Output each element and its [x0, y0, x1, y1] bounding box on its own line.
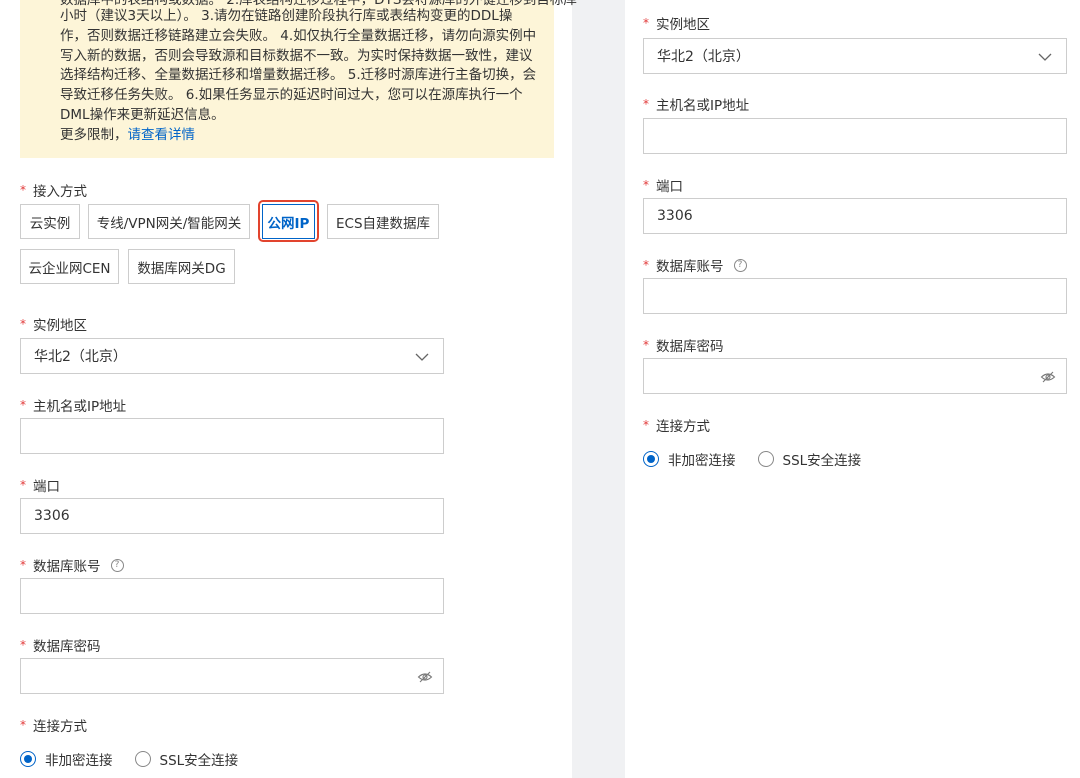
help-icon[interactable]: ?	[733, 258, 747, 272]
eye-off-icon[interactable]	[417, 669, 433, 685]
connection-label: * 连接方式	[643, 418, 710, 435]
eye-off-icon[interactable]	[1040, 369, 1056, 385]
radio-unencrypted[interactable]: 非加密连接	[643, 449, 736, 469]
region-value: 华北2（北京）	[657, 49, 750, 65]
notice-line: DML操作来更新延迟信息。	[60, 106, 225, 123]
host-label: * 主机名或IP地址	[643, 97, 750, 114]
notice-line: 写入新的数据，否则会导致源和目标数据不一致。为实时保持数据一致性，建议	[60, 47, 533, 64]
db-account-input[interactable]	[20, 578, 444, 614]
source-db-panel: 数据库中的表结构或数据。 2.库表结构迁移过程中，DTS会将源库的外键迁移到目标…	[0, 0, 577, 778]
chevron-down-icon	[1038, 53, 1052, 61]
region-label: * 实例地区	[643, 16, 710, 33]
db-account-input[interactable]	[643, 278, 1067, 314]
connection-radio-group: 非加密连接 SSL安全连接	[643, 449, 883, 469]
radio-button[interactable]	[643, 451, 659, 467]
help-icon[interactable]: ?	[110, 558, 124, 572]
access-method-label: * 接入方式	[20, 183, 87, 200]
access-option-cen[interactable]: 云企业网CEN	[20, 249, 119, 284]
db-account-label: * 数据库账号 ?	[643, 255, 747, 275]
port-label: * 端口	[643, 178, 683, 195]
region-select[interactable]: 华北2（北京）	[643, 38, 1067, 74]
target-db-panel: * 实例地区 华北2（北京） * 主机名或IP地址 * 端口 3306 * 数据库账号 …	[625, 0, 1080, 778]
chevron-down-icon	[415, 353, 429, 361]
radio-button[interactable]	[757, 451, 774, 467]
db-password-label: * 数据库密码	[643, 338, 724, 355]
region-select[interactable]: 华北2（北京）	[20, 338, 444, 374]
notice-more-prefix: 更多限制，	[60, 126, 128, 143]
db-password-label: * 数据库密码	[20, 638, 101, 655]
db-password-input[interactable]	[643, 358, 1067, 394]
host-label: * 主机名或IP地址	[20, 398, 127, 415]
access-option-vpn-gateway[interactable]: 专线/VPN网关/智能网关	[88, 204, 250, 239]
port-input[interactable]: 3306	[643, 198, 1067, 234]
port-label: * 端口	[20, 478, 60, 495]
port-input[interactable]: 3306	[20, 498, 444, 534]
notice-line: 小时（建议3天以上）。 3.请勿在链路创建阶段执行库或表结构变更的DDL操	[60, 8, 513, 24]
radio-button[interactable]	[20, 751, 36, 767]
restriction-notice: 数据库中的表结构或数据。 2.库表结构迁移过程中，DTS会将源库的外键迁移到目标…	[20, 0, 577, 158]
access-option-cloud-instance[interactable]: 云实例	[20, 204, 80, 239]
access-option-ecs-db[interactable]: ECS自建数据库	[327, 204, 439, 239]
notice-line: 作，否则数据迁移链路建立会失败。 4.如仅执行全量数据迁移，请勿向源实例中	[60, 27, 537, 44]
radio-ssl[interactable]: SSL安全连接	[757, 449, 861, 469]
radio-ssl[interactable]: SSL安全连接	[134, 749, 238, 769]
notice-line: 选择结构迁移、全量数据迁移和增量数据迁移。 5.迁移时源库进行主备切换，会	[60, 67, 537, 84]
host-input[interactable]	[643, 118, 1067, 154]
radio-unencrypted[interactable]: 非加密连接	[20, 749, 113, 769]
notice-more: 更多限制，请查看详情	[60, 126, 550, 146]
host-input[interactable]	[20, 418, 444, 454]
radio-button[interactable]	[134, 751, 151, 767]
db-password-input[interactable]	[20, 658, 444, 694]
highlight-annotation	[258, 200, 319, 242]
db-account-label: * 数据库账号 ?	[20, 555, 124, 575]
connection-label: * 连接方式	[20, 718, 87, 735]
region-value: 华北2（北京）	[34, 349, 127, 365]
region-label: * 实例地区	[20, 317, 87, 334]
access-option-db-gateway[interactable]: 数据库网关DG	[128, 249, 235, 284]
view-details-link[interactable]: 请查看详情	[128, 127, 196, 143]
notice-line: 导致迁移任务失败。 6.如果任务显示的延迟时间过大，您可以在源库执行一个	[60, 87, 523, 104]
connection-radio-group: 非加密连接 SSL安全连接	[20, 749, 260, 769]
